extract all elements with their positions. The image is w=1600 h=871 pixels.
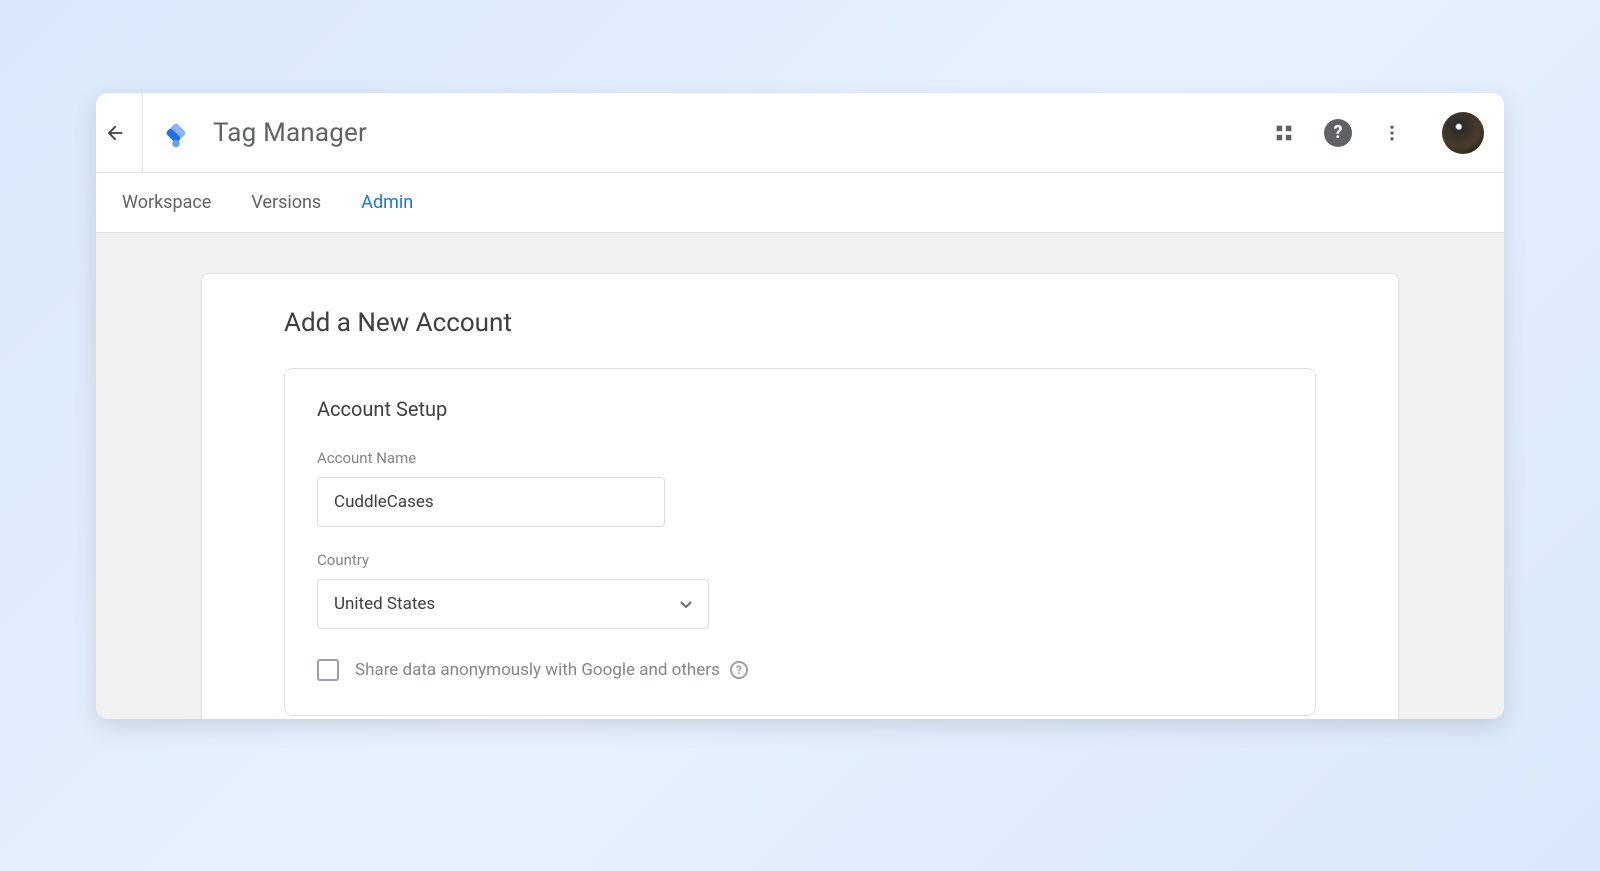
apps-button[interactable] bbox=[1270, 119, 1298, 147]
share-data-label-text: Share data anonymously with Google and o… bbox=[355, 660, 720, 680]
content-area: Add a New Account Account Setup Account … bbox=[96, 233, 1504, 719]
avatar[interactable] bbox=[1442, 112, 1484, 154]
country-select-value: United States bbox=[334, 594, 435, 614]
account-setup-box: Account Setup Account Name Country Unite… bbox=[284, 368, 1316, 716]
share-data-row: Share data anonymously with Google and o… bbox=[317, 659, 1283, 681]
app-window: Tag Manager ? Workspace Versions Admin bbox=[96, 93, 1504, 719]
help-button[interactable]: ? bbox=[1324, 119, 1352, 147]
app-logo bbox=[157, 114, 195, 152]
grid-apps-icon bbox=[1273, 122, 1295, 144]
help-icon: ? bbox=[1324, 119, 1352, 147]
tab-workspace[interactable]: Workspace bbox=[122, 186, 211, 219]
nav-tabs: Workspace Versions Admin bbox=[96, 173, 1504, 233]
info-icon[interactable]: ? bbox=[730, 661, 748, 679]
arrow-back-icon bbox=[104, 122, 126, 144]
page-title: Add a New Account bbox=[284, 308, 1316, 338]
main-card: Add a New Account Account Setup Account … bbox=[201, 273, 1399, 719]
tab-versions[interactable]: Versions bbox=[251, 186, 321, 219]
country-label: Country bbox=[317, 551, 1283, 569]
header-actions: ? bbox=[1270, 112, 1484, 154]
back-button[interactable] bbox=[96, 114, 134, 152]
account-name-input[interactable] bbox=[317, 477, 665, 527]
chevron-down-icon bbox=[680, 594, 692, 614]
tag-manager-icon bbox=[158, 115, 194, 151]
header-divider bbox=[142, 93, 143, 173]
share-data-checkbox[interactable] bbox=[317, 659, 339, 681]
share-data-label: Share data anonymously with Google and o… bbox=[355, 660, 748, 680]
header-bar: Tag Manager ? bbox=[96, 93, 1504, 173]
app-title: Tag Manager bbox=[213, 118, 367, 148]
tab-admin[interactable]: Admin bbox=[361, 186, 413, 219]
section-title: Account Setup bbox=[317, 397, 1283, 421]
account-name-label: Account Name bbox=[317, 449, 1283, 467]
more-button[interactable] bbox=[1378, 119, 1406, 147]
more-vert-icon bbox=[1382, 123, 1402, 143]
country-select[interactable]: United States bbox=[317, 579, 709, 629]
